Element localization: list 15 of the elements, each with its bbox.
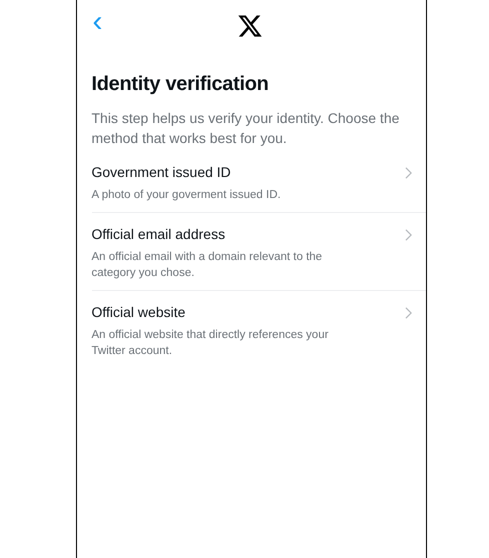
option-item[interactable]: Government issued ID A photo of your goverment issued ID. xyxy=(92,162,426,213)
x-logo-icon xyxy=(236,13,262,39)
description-text: This step helps us verify your identity. Choose the method that works best for you. xyxy=(92,109,400,148)
option-title: Official website xyxy=(92,303,186,322)
chevron-right-icon xyxy=(404,167,412,179)
option-description: A photo of your goverment issued ID. xyxy=(92,188,282,203)
option-item[interactable]: Official email address An official email with a domain relevant to the category you chose. xyxy=(92,213,426,291)
chevron-right-icon xyxy=(404,229,412,241)
page-title: Identity verification xyxy=(92,72,270,97)
chevron-right-icon xyxy=(404,307,412,319)
option-title: Government issued ID xyxy=(92,163,232,182)
option-title: Official email address xyxy=(92,225,226,244)
option-description: An official website that directly references your Twitter account. xyxy=(92,328,330,359)
option-description: An official email with a domain relevant to the category you chose. xyxy=(92,250,324,281)
option-item[interactable]: Official website An official website that directly references your Twitter account. xyxy=(92,291,426,359)
